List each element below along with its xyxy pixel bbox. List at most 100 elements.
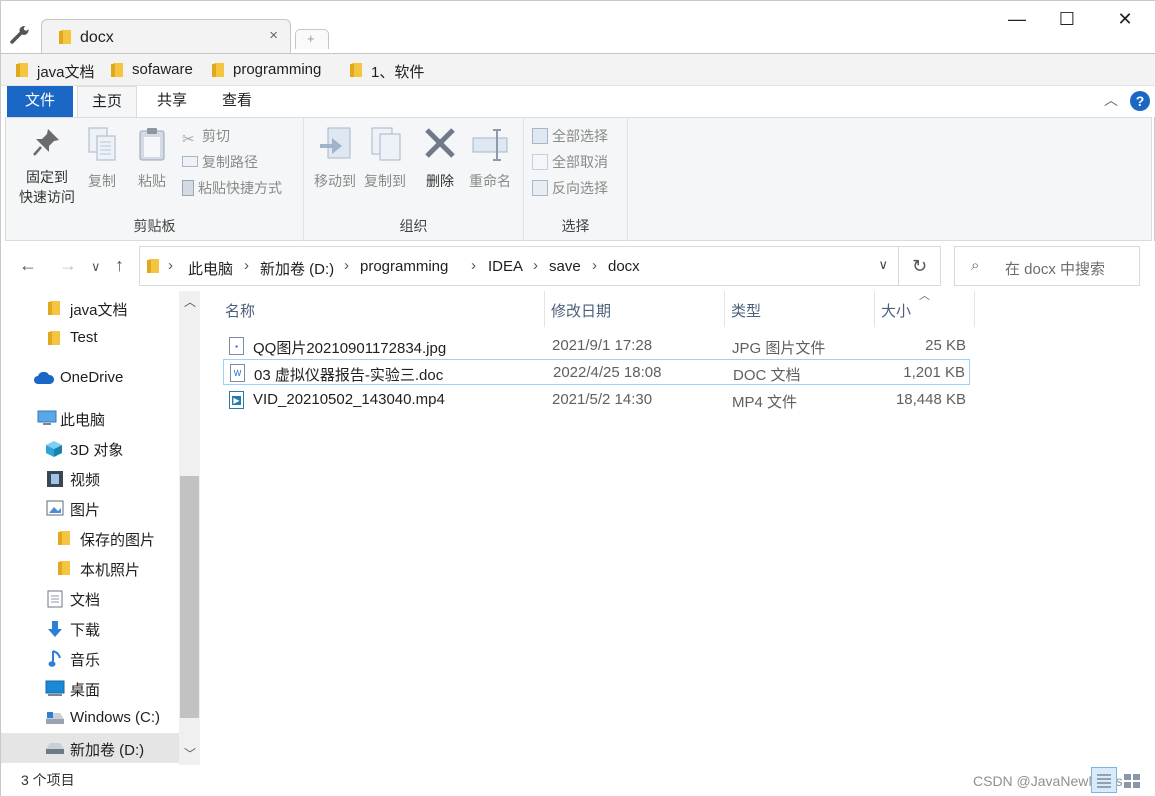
table-row[interactable]: ▶ VID_20210502_143040.mp4 2021/5/2 14:30… bbox=[223, 387, 970, 413]
sidebar-item-saved-pictures[interactable]: 保存的图片 bbox=[1, 523, 179, 553]
sidebar-item-label: 新加卷 (D:) bbox=[70, 742, 145, 759]
scroll-down-chevron-icon[interactable]: ﹀ bbox=[184, 745, 196, 762]
paste-button[interactable]: 粘贴 bbox=[130, 126, 174, 191]
copy-label: 复制 bbox=[88, 173, 116, 189]
file-explorer-window: docx × + — ☐ ✕ java文档 sofaware programmi… bbox=[0, 0, 1155, 796]
folder-icon bbox=[59, 30, 71, 44]
breadcrumb-separator-icon[interactable]: › bbox=[244, 257, 249, 274]
folder-icon bbox=[48, 331, 60, 345]
tab-view[interactable]: 查看 bbox=[208, 86, 266, 118]
folder-icon bbox=[350, 63, 362, 77]
help-icon[interactable]: ? bbox=[1130, 91, 1150, 111]
back-arrow-icon[interactable]: ← bbox=[19, 255, 37, 276]
drive-icon bbox=[46, 712, 64, 724]
tab-file[interactable]: 文件 bbox=[7, 86, 73, 118]
breadcrumb-idea[interactable]: IDEA bbox=[488, 258, 523, 275]
paste-shortcut-label: 粘贴快捷方式 bbox=[198, 180, 282, 196]
sidebar-item-label: 3D 对象 bbox=[70, 442, 124, 459]
clipboard-icon bbox=[139, 128, 165, 161]
sidebar-item-documents[interactable]: 文档 bbox=[1, 583, 179, 613]
navigation-bar: ← → ∨ ↑ › 此电脑 › 新加卷 (D:) › programming ›… bbox=[1, 241, 1155, 291]
column-header-name[interactable]: 名称 bbox=[219, 291, 545, 327]
select-none-button[interactable]: 全部取消 bbox=[532, 152, 608, 172]
sidebar-item-music[interactable]: 音乐 bbox=[1, 643, 179, 673]
search-input[interactable]: ⌕ 在 docx 中搜索 bbox=[954, 246, 1140, 286]
details-view-icon bbox=[1097, 774, 1111, 788]
sidebar-item-drive-d[interactable]: 新加卷 (D:) bbox=[1, 733, 179, 763]
breadcrumb-separator-icon[interactable]: › bbox=[471, 257, 476, 274]
sidebar-item-java-docs[interactable]: java文档 bbox=[1, 293, 179, 323]
select-all-button[interactable]: 全部选择 bbox=[532, 126, 608, 146]
new-tab-button[interactable]: + bbox=[295, 29, 329, 49]
sidebar-item-3d-objects[interactable]: 3D 对象 bbox=[1, 433, 179, 463]
sidebar-item-camera-roll[interactable]: 本机照片 bbox=[1, 553, 179, 583]
sidebar-item-this-pc[interactable]: 此电脑 bbox=[1, 403, 179, 433]
breadcrumb-drive-d[interactable]: 新加卷 (D:) bbox=[260, 258, 334, 279]
rename-button[interactable]: 重命名 bbox=[464, 126, 516, 191]
copy-path-button[interactable]: 复制路径 bbox=[182, 152, 258, 172]
tab-docx[interactable]: docx × bbox=[41, 19, 291, 53]
breadcrumb-this-pc[interactable]: 此电脑 bbox=[188, 258, 233, 279]
sidebar-scrollbar[interactable]: ︿ ﹀ bbox=[179, 291, 200, 765]
breadcrumb-programming[interactable]: programming bbox=[360, 258, 448, 275]
close-button[interactable]: ✕ bbox=[1105, 9, 1145, 33]
sidebar-item-test[interactable]: Test bbox=[1, 323, 179, 353]
paste-shortcut-button[interactable]: 粘贴快捷方式 bbox=[182, 178, 282, 198]
sidebar-item-label: java文档 bbox=[70, 302, 128, 319]
computer-icon bbox=[37, 410, 57, 425]
sidebar-item-drive-c[interactable]: Windows (C:) bbox=[1, 703, 179, 733]
desktop-icon bbox=[45, 680, 65, 696]
scrollbar-thumb[interactable] bbox=[180, 476, 199, 718]
clipboard-group: 固定到 快速访问 复制 粘贴 ✂ 剪切 复制路径 粘贴快捷方式 剪贴板 bbox=[6, 118, 304, 242]
tab-close-icon[interactable]: × bbox=[269, 27, 278, 44]
sidebar-item-label: 桌面 bbox=[70, 682, 101, 699]
large-icons-view-button[interactable] bbox=[1119, 767, 1145, 793]
paste-shortcut-icon bbox=[182, 180, 194, 196]
sidebar-item-desktop[interactable]: 桌面 bbox=[1, 673, 179, 703]
address-dropdown-chevron-icon[interactable]: ∨ bbox=[878, 257, 888, 273]
up-arrow-icon[interactable]: ↑ bbox=[115, 255, 124, 276]
tab-home[interactable]: 主页 bbox=[77, 86, 137, 118]
pin-quick-access-button[interactable]: 固定到 快速访问 bbox=[12, 126, 82, 207]
sort-ascending-icon: ︿ bbox=[919, 290, 930, 302]
minimize-button[interactable]: — bbox=[997, 9, 1037, 33]
copy-to-label: 复制到 bbox=[364, 173, 406, 189]
breadcrumb-separator-icon[interactable]: › bbox=[344, 257, 349, 274]
sidebar-item-videos[interactable]: 视频 bbox=[1, 463, 179, 493]
sidebar-item-label: Test bbox=[70, 329, 98, 346]
sidebar-item-onedrive[interactable]: OneDrive bbox=[1, 363, 179, 393]
column-header-type[interactable]: 类型 bbox=[725, 291, 875, 327]
sidebar-item-downloads[interactable]: 下载 bbox=[1, 613, 179, 643]
copy-to-button[interactable]: 复制到 bbox=[360, 126, 410, 191]
breadcrumb-save[interactable]: save bbox=[549, 258, 581, 275]
breadcrumb-separator-icon[interactable]: › bbox=[168, 257, 173, 274]
sidebar-item-label: 图片 bbox=[70, 502, 101, 519]
address-bar[interactable]: › 此电脑 › 新加卷 (D:) › programming › IDEA › … bbox=[139, 246, 899, 286]
table-row[interactable]: W 03 虚拟仪器报告-实验三.doc 2022/4/25 18:08 DOC … bbox=[223, 359, 970, 385]
sidebar-item-pictures[interactable]: 图片 bbox=[1, 493, 179, 523]
file-list: 名称 修改日期 类型 大小 ︿ ▪ QQ图片20210901172834.jpg… bbox=[201, 290, 1155, 765]
copy-button[interactable]: 复制 bbox=[82, 126, 122, 191]
table-row[interactable]: ▪ QQ图片20210901172834.jpg 2021/9/1 17:28 … bbox=[223, 333, 970, 359]
video-file-icon: ▶ bbox=[229, 391, 244, 409]
delete-button[interactable]: 删除 bbox=[418, 126, 462, 191]
cut-button[interactable]: ✂ 剪切 bbox=[182, 126, 230, 148]
item-count: 3 个项目 bbox=[21, 772, 75, 788]
wrench-icon[interactable] bbox=[9, 25, 31, 45]
details-view-button[interactable] bbox=[1091, 767, 1117, 793]
breadcrumb-separator-icon[interactable]: › bbox=[533, 257, 538, 274]
column-header-date[interactable]: 修改日期 bbox=[545, 291, 725, 327]
recent-locations-chevron-icon[interactable]: ∨ bbox=[91, 259, 101, 275]
invert-selection-button[interactable]: 反向选择 bbox=[532, 178, 608, 198]
maximize-button[interactable]: ☐ bbox=[1047, 9, 1087, 33]
search-placeholder: 在 docx 中搜索 bbox=[1005, 261, 1106, 278]
breadcrumb-separator-icon[interactable]: › bbox=[592, 257, 597, 274]
move-to-button[interactable]: 移动到 bbox=[310, 126, 360, 191]
collapse-ribbon-icon[interactable]: ︿ bbox=[1104, 90, 1118, 110]
refresh-icon[interactable]: ↻ bbox=[899, 246, 941, 286]
forward-arrow-icon[interactable]: → bbox=[59, 255, 77, 276]
scroll-up-chevron-icon[interactable]: ︿ bbox=[184, 293, 196, 310]
tab-share[interactable]: 共享 bbox=[143, 86, 201, 118]
breadcrumb-docx[interactable]: docx bbox=[608, 258, 640, 275]
search-icon: ⌕ bbox=[971, 257, 980, 274]
